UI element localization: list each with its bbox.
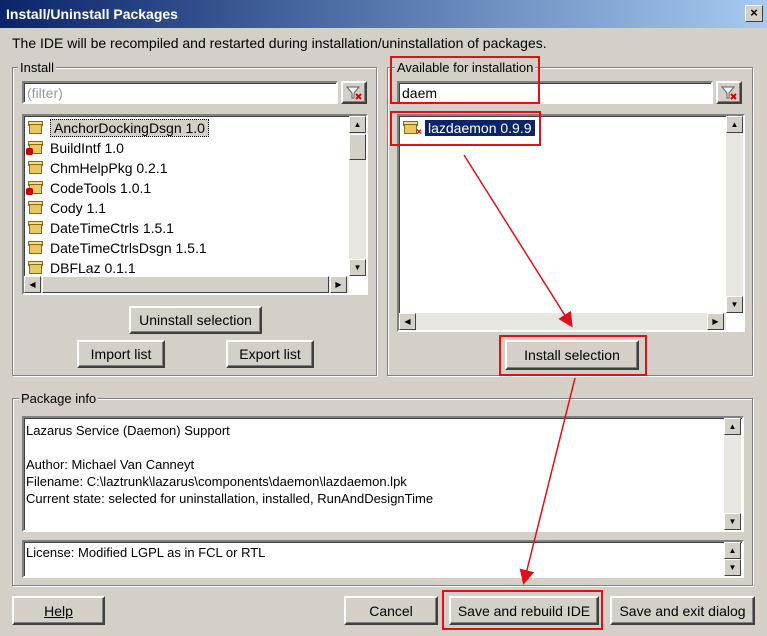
annotation-arrows bbox=[463, 154, 576, 585]
